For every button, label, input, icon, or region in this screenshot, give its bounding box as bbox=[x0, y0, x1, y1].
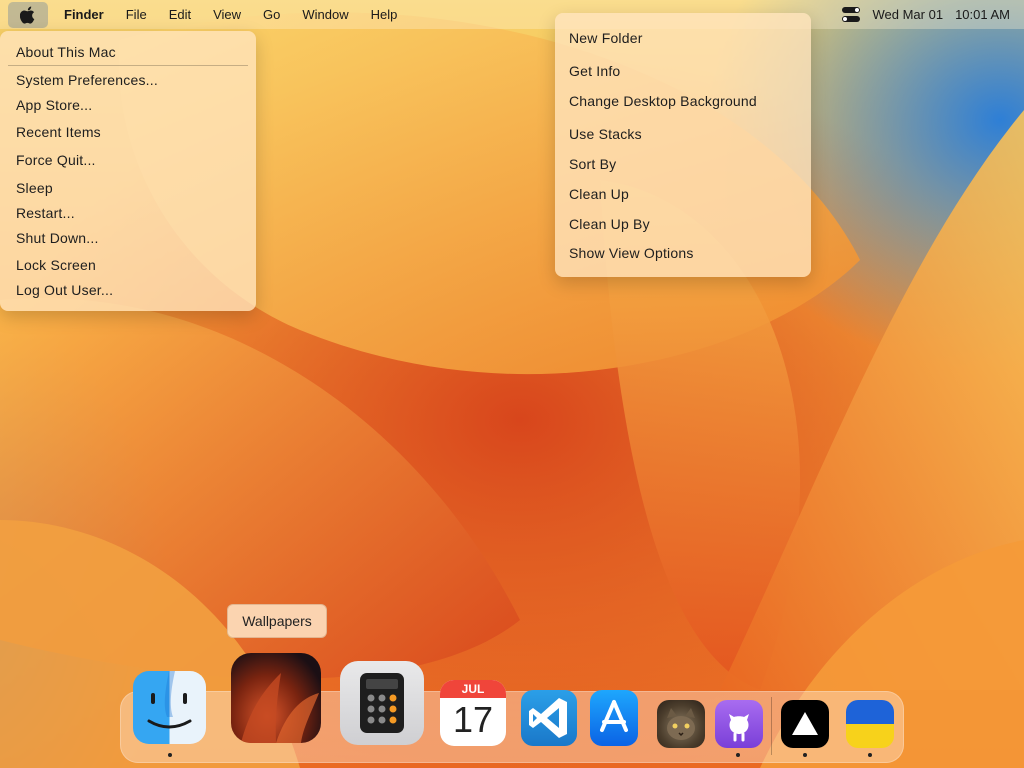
menu-view[interactable]: View bbox=[202, 0, 252, 29]
menu-item-restart[interactable]: Restart... bbox=[16, 205, 75, 221]
menu-file[interactable]: File bbox=[115, 0, 158, 29]
menu-item-lock-screen[interactable]: Lock Screen bbox=[16, 257, 96, 273]
apple-menu-button[interactable] bbox=[8, 1, 48, 28]
menu-item-shut-down[interactable]: Shut Down... bbox=[16, 230, 99, 246]
ukraine-flag-icon[interactable] bbox=[846, 700, 894, 748]
menu-bar: Finder File Edit View Go Window Help Wed… bbox=[0, 0, 1024, 29]
menu-item-sleep[interactable]: Sleep bbox=[16, 180, 53, 196]
menu-item-force-quit[interactable]: Force Quit... bbox=[16, 152, 96, 168]
github-running-indicator bbox=[736, 753, 740, 757]
menu-item-app-store[interactable]: App Store... bbox=[16, 97, 92, 113]
menu-item-recent-items[interactable]: Recent Items bbox=[16, 124, 101, 140]
finder-icon[interactable] bbox=[133, 671, 206, 744]
github-icon[interactable] bbox=[715, 700, 763, 748]
menubar-status-area: Wed Mar 01 10:01 AM bbox=[842, 0, 1010, 29]
dock-tooltip: Wallpapers bbox=[227, 604, 327, 638]
calculator-icon[interactable] bbox=[340, 661, 424, 745]
menu-window[interactable]: Window bbox=[291, 0, 359, 29]
wallpapers-icon[interactable] bbox=[231, 653, 321, 743]
wallpapers-art bbox=[241, 673, 319, 743]
menu-item-log-out[interactable]: Log Out User... bbox=[16, 282, 113, 298]
vercel-icon[interactable] bbox=[781, 700, 829, 748]
vercel-triangle bbox=[792, 712, 818, 735]
apple-logo-icon bbox=[20, 6, 35, 24]
dock-tooltip-label: Wallpapers bbox=[242, 613, 312, 629]
context-item-clean-up-by[interactable]: Clean Up By bbox=[569, 216, 650, 232]
context-item-sort-by[interactable]: Sort By bbox=[569, 156, 616, 172]
finder-face bbox=[147, 671, 192, 729]
vscode-icon[interactable] bbox=[521, 690, 577, 746]
menu-edit[interactable]: Edit bbox=[158, 0, 202, 29]
menu-item-about-this-mac[interactable]: About This Mac bbox=[16, 44, 116, 60]
menu-help[interactable]: Help bbox=[360, 0, 409, 29]
desktop-context-menu: New Folder Get Info Change Desktop Backg… bbox=[555, 13, 811, 277]
calendar-day: 17 bbox=[452, 699, 494, 740]
context-item-new-folder[interactable]: New Folder bbox=[569, 30, 643, 46]
vercel-running-indicator bbox=[803, 753, 807, 757]
apple-menu-dropdown: About This Mac System Preferences... App… bbox=[0, 31, 256, 311]
cat-icon[interactable] bbox=[657, 700, 705, 748]
context-item-get-info[interactable]: Get Info bbox=[569, 63, 620, 79]
calculator-keys bbox=[366, 679, 398, 724]
menubar-date[interactable]: Wed Mar 01 bbox=[872, 7, 943, 22]
context-item-clean-up[interactable]: Clean Up bbox=[569, 186, 629, 202]
menu-go[interactable]: Go bbox=[252, 0, 291, 29]
calendar-icon[interactable]: JUL 17 bbox=[440, 680, 506, 746]
finder-running-indicator bbox=[168, 753, 172, 757]
control-center-icon[interactable] bbox=[842, 7, 861, 23]
context-item-use-stacks[interactable]: Use Stacks bbox=[569, 126, 642, 142]
menu-app-name[interactable]: Finder bbox=[48, 0, 115, 29]
menubar-time[interactable]: 10:01 AM bbox=[955, 7, 1010, 22]
app-store-logo bbox=[600, 700, 628, 732]
menu-separator bbox=[8, 65, 248, 66]
dock-separator bbox=[771, 697, 772, 755]
menu-item-system-preferences[interactable]: System Preferences... bbox=[16, 72, 158, 88]
vscode-logo bbox=[529, 698, 567, 738]
github-octocat bbox=[729, 714, 749, 742]
context-item-change-desktop-background[interactable]: Change Desktop Background bbox=[569, 93, 757, 109]
ukraine-running-indicator bbox=[868, 753, 872, 757]
app-store-icon[interactable] bbox=[590, 690, 638, 746]
calculator-body bbox=[360, 673, 404, 733]
context-item-show-view-options[interactable]: Show View Options bbox=[569, 245, 694, 261]
cat-face bbox=[667, 708, 695, 740]
